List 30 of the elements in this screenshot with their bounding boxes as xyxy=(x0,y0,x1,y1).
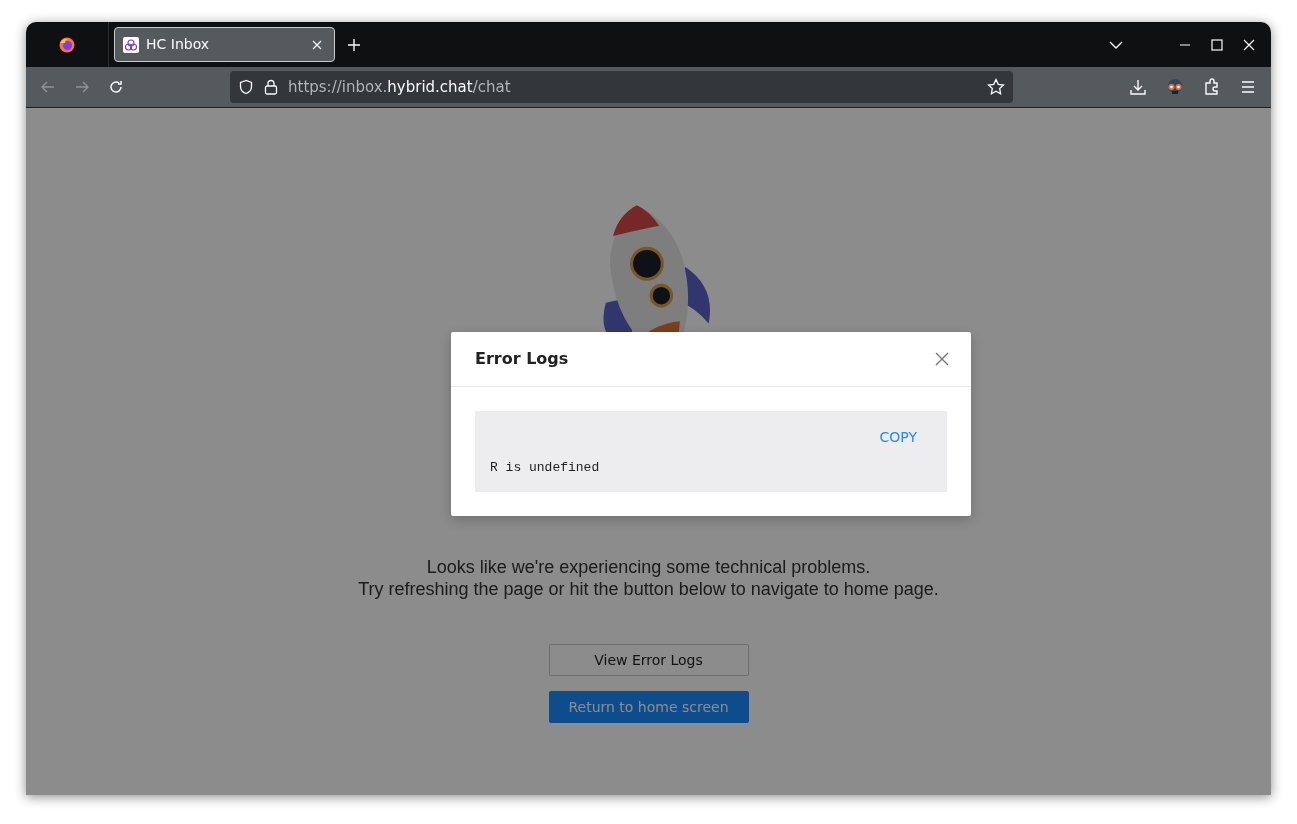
browser-tab[interactable]: HC Inbox xyxy=(114,27,335,62)
site-logo-icon xyxy=(123,36,139,53)
address-bar[interactable]: https://inbox.hybrid.chat/chat xyxy=(230,71,1013,103)
shield-icon[interactable] xyxy=(238,79,254,95)
reload-icon xyxy=(108,79,124,95)
lock-icon xyxy=(264,79,278,95)
browser-logo-icon[interactable] xyxy=(59,36,75,53)
copy-button[interactable]: COPY xyxy=(864,423,932,452)
tab-title: HC Inbox xyxy=(146,35,211,54)
close-icon xyxy=(312,39,322,50)
arrow-left-icon xyxy=(40,79,56,95)
maximize-icon xyxy=(1211,38,1223,51)
dialog-title: Error Logs xyxy=(475,349,569,369)
plus-icon xyxy=(347,37,361,52)
log-text: R is undefined xyxy=(490,459,601,477)
arrow-right-icon xyxy=(74,79,90,95)
url-part: /chat xyxy=(472,77,511,96)
download-icon xyxy=(1129,78,1147,96)
robot-mask-icon xyxy=(1165,78,1185,96)
close-icon xyxy=(1243,38,1255,51)
puzzle-icon xyxy=(1203,78,1221,96)
url-domain: hybrid.chat xyxy=(387,77,473,96)
close-icon xyxy=(935,352,949,366)
error-message: Looks like we're experiencing some technical problems. xyxy=(425,556,872,578)
view-logs-button[interactable]: View Error Logs xyxy=(548,644,749,676)
url-part: https://inbox. xyxy=(288,77,388,96)
error-message: Try refreshing the page or hit the button below to navigate to home page. xyxy=(358,578,939,600)
star-icon[interactable] xyxy=(987,78,1005,96)
menu-icon xyxy=(1239,78,1257,96)
chevron-down-icon xyxy=(1109,39,1123,50)
